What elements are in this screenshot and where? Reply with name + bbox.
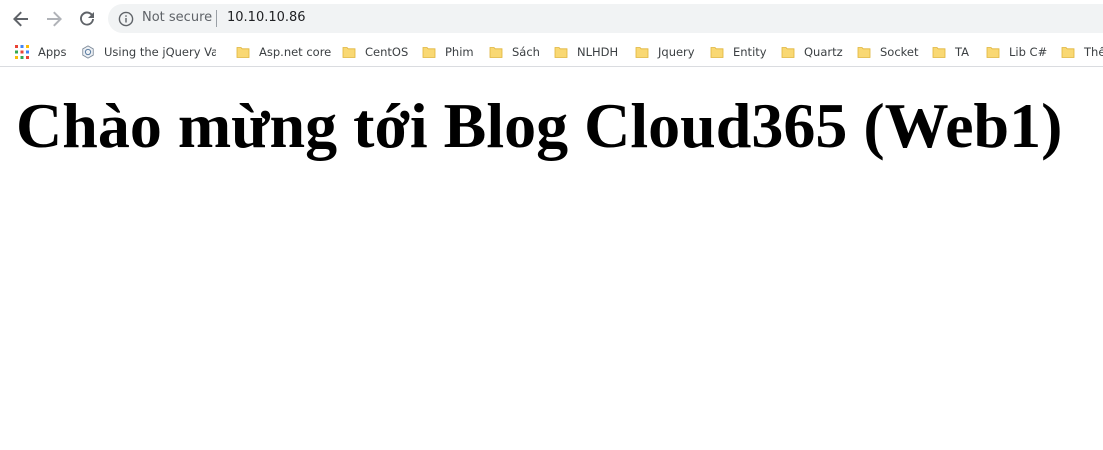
- reload-icon: [80, 11, 94, 26]
- url-text[interactable]: 10.10.10.86: [227, 10, 306, 25]
- folder-icon: [932, 47, 946, 58]
- bookmark-quartz[interactable]: Quartz: [781, 42, 843, 62]
- bookmark-the[interactable]: Thể: [1061, 42, 1103, 62]
- folder-icon: [342, 47, 356, 58]
- bookmark-label: TA: [955, 45, 969, 59]
- bookmark-label: Apps: [38, 45, 67, 59]
- folder-icon: [635, 47, 649, 58]
- bookmark-label: CentOS: [365, 45, 409, 59]
- bookmark-sach[interactable]: Sách: [489, 42, 540, 62]
- folder-icon: [422, 47, 436, 58]
- bookmark-lib-csharp[interactable]: Lib C#: [986, 42, 1047, 62]
- arrow-right-icon: [47, 11, 62, 27]
- bookmark-aspnet-core[interactable]: Asp.net core: [236, 42, 331, 62]
- omnibox-divider: [216, 10, 217, 27]
- bookmark-nlhdh[interactable]: NLHDH: [554, 42, 618, 62]
- folder-icon: [710, 47, 724, 58]
- page-content: Chào mừng tới Blog Cloud365 (Web1): [0, 67, 1103, 449]
- folder-icon: [986, 47, 1000, 58]
- reload-button[interactable]: [75, 7, 99, 31]
- bookmark-label: Lib C#: [1009, 45, 1048, 59]
- security-status[interactable]: Not secure: [142, 10, 212, 25]
- page-title: Chào mừng tới Blog Cloud365 (Web1): [16, 90, 1063, 161]
- bookmark-jquery-validation[interactable]: Using the jQuery Vali: [81, 42, 216, 62]
- bookmark-label: Socket: [880, 45, 919, 59]
- bookmark-label: Asp.net core: [259, 45, 332, 59]
- bookmark-socket[interactable]: Socket: [857, 42, 919, 62]
- bookmark-label: NLHDH: [577, 45, 619, 59]
- arrow-left-icon: [13, 11, 28, 27]
- folder-icon: [857, 47, 871, 58]
- bookmarks-bar: Apps Using the jQuery Vali Asp.net core …: [0, 37, 1103, 66]
- bookmark-label: Jquery: [658, 45, 695, 59]
- bookmark-entity[interactable]: Entity: [710, 42, 767, 62]
- bookmark-apps[interactable]: Apps: [15, 42, 66, 62]
- folder-icon: [554, 47, 568, 58]
- apps-grid-icon: [15, 45, 29, 59]
- bookmark-label: Using the jQuery Vali: [104, 45, 216, 59]
- folder-icon: [489, 47, 503, 58]
- bookmark-label: Quartz: [804, 45, 843, 59]
- bookmark-ta[interactable]: TA: [932, 42, 969, 62]
- bookmark-centos[interactable]: CentOS: [342, 42, 408, 62]
- bookmark-label: Thể: [1084, 45, 1103, 59]
- bookmark-phim[interactable]: Phim: [422, 42, 474, 62]
- bookmark-label: Sách: [512, 45, 540, 59]
- forward-button[interactable]: [42, 7, 66, 31]
- folder-icon: [236, 47, 250, 58]
- folder-icon: [781, 47, 795, 58]
- back-button[interactable]: [9, 7, 33, 31]
- bookmark-jquery[interactable]: Jquery: [635, 42, 695, 62]
- bookmark-label: Entity: [733, 45, 767, 59]
- bookmark-label: Phim: [445, 45, 474, 59]
- web-globe-icon: [82, 45, 94, 59]
- folder-icon: [1061, 47, 1075, 58]
- browser-toolbar: Not secure 10.10.10.86: [0, 0, 1103, 37]
- info-icon[interactable]: [118, 11, 134, 27]
- browser-chrome: Not secure 10.10.10.86 Apps Using the jQ…: [0, 0, 1103, 67]
- address-bar[interactable]: Not secure 10.10.10.86: [108, 4, 1103, 33]
